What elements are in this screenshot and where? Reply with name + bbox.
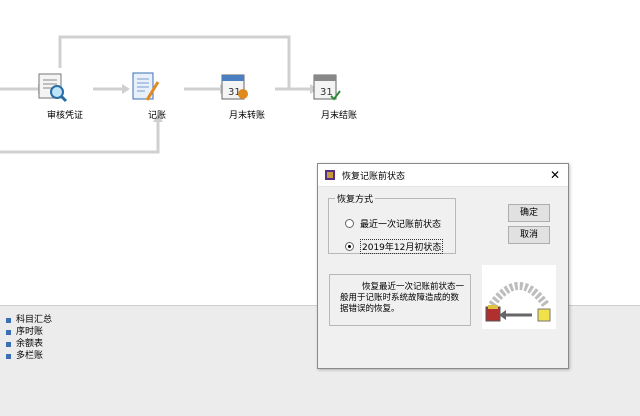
report-list: 科目汇总 序时账 余额表 多栏账	[6, 314, 52, 362]
radio-last-bookkeeping[interactable]: 最近一次记账前状态	[345, 217, 441, 230]
list-item[interactable]: 余额表	[6, 338, 52, 350]
ok-button[interactable]: 确定	[508, 204, 550, 222]
bullet-icon	[6, 341, 11, 347]
flow-node-month-end-close[interactable]: 31 月末结账	[309, 70, 369, 121]
flow-node-label: 月末转账	[228, 111, 265, 121]
close-icon[interactable]: ✕	[550, 168, 560, 182]
dialog-titlebar[interactable]: 恢复记账前状态 ✕	[318, 164, 568, 187]
restore-dialog: 恢复记账前状态 ✕ 恢复方式 最近一次记账前状态 2019年12月初状态 确定 …	[317, 163, 569, 369]
list-item[interactable]: 多栏账	[6, 350, 52, 362]
month-end-close-icon: 31	[313, 70, 356, 104]
voucher-review-icon	[38, 70, 82, 104]
bullet-icon	[6, 353, 11, 359]
bookkeeping-icon	[132, 70, 174, 104]
radio-label: 2019年12月初状态	[360, 239, 444, 254]
flow-node-bookkeeping[interactable]: 记账	[127, 70, 187, 121]
restore-illustration	[482, 265, 556, 329]
restore-mode-label: 恢复方式	[337, 195, 374, 205]
list-item[interactable]: 科目汇总	[6, 314, 52, 326]
flow-node-voucher-review[interactable]: 审核凭证	[35, 70, 95, 121]
cancel-button[interactable]: 取消	[508, 226, 550, 244]
description-text: 恢复最近一次记账前状态一般用于记账时系统故障造成的数据错误的恢复。	[340, 282, 465, 314]
bullet-icon	[6, 317, 11, 323]
app-icon	[324, 169, 336, 181]
restore-mode-group: 恢复方式 最近一次记账前状态 2019年12月初状态	[328, 192, 456, 254]
list-item[interactable]: 序时账	[6, 326, 52, 338]
radio-button[interactable]	[345, 242, 354, 251]
dialog-title: 恢复记账前状态	[342, 171, 406, 182]
description-box: 恢复最近一次记账前状态一般用于记账时系统故障造成的数据错误的恢复。	[329, 274, 471, 326]
flow-node-label: 审核凭证	[46, 111, 83, 121]
month-end-transfer-icon: 31	[221, 70, 264, 104]
flow-node-month-end-transfer[interactable]: 31 月末转账	[217, 70, 277, 121]
flow-node-label: 月末结账	[320, 111, 357, 121]
radio-label: 最近一次记账前状态	[360, 220, 442, 230]
flow-node-label: 记账	[147, 111, 166, 121]
bullet-icon	[6, 329, 11, 335]
radio-button[interactable]	[345, 219, 354, 228]
radio-month-start[interactable]: 2019年12月初状态	[345, 239, 444, 254]
